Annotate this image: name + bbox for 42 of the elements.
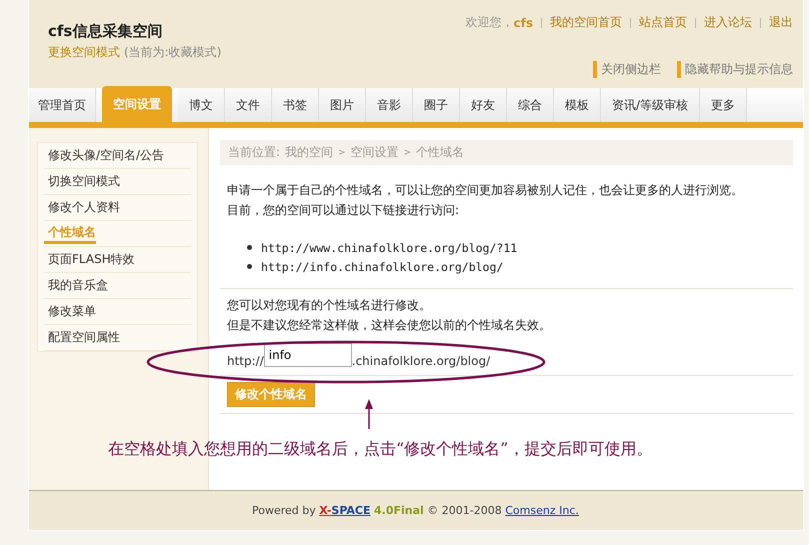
toggle-link[interactable]: 关闭侧边栏 [593, 61, 661, 78]
breadcrumb-label: 当前位置: [228, 144, 280, 161]
sidebar-item[interactable]: 切换空间模式 [44, 173, 120, 190]
nav-tab[interactable]: 综合 [507, 88, 554, 122]
intro-text: 申请一个属于自己的个性域名，可以让您的空间更加容易被别人记住，也会让更多的人进行浏览。 [227, 182, 744, 199]
nav-tab[interactable]: 管理首页 [29, 88, 96, 122]
arrow-annotation [364, 399, 374, 429]
notice-text: 您可以对您现有的个性域名进行修改。 [227, 297, 432, 314]
space-title: cfs信息采集空间 [48, 22, 164, 41]
breadcrumb-separator: > [338, 148, 346, 158]
company-link[interactable]: Comsenz Inc. [505, 504, 579, 517]
nav-tab[interactable]: 资讯/等级审核 [601, 88, 700, 122]
notice-text: 但是不建议您经常这样做，这样会使您以前的个性域名失效。 [227, 317, 552, 334]
nav-tab[interactable]: 书签 [272, 88, 319, 122]
nav-tab[interactable]: 圈子 [413, 88, 460, 122]
nav-tab[interactable]: 博文 [178, 88, 225, 122]
nav-tab[interactable]: 好友 [460, 88, 507, 122]
welcome-text: 欢迎您， [466, 14, 514, 31]
sidebar-item[interactable]: 修改头像/空间名/公告 [44, 147, 164, 164]
url-suffix: .chinafolklore.org/blog/ [352, 354, 490, 370]
sidebar-item[interactable]: 修改个人资料 [44, 199, 120, 216]
toggle-link[interactable]: 隐藏帮助与提示信息 [677, 61, 793, 78]
footer-text: Powered by X-SPACE 4.0Final © 2001-2008 Comsenz Inc. [252, 504, 579, 517]
breadcrumb-separator: > [404, 148, 412, 158]
current-mode-text: (当前为:收藏模式) [124, 44, 222, 61]
nav-tab[interactable]: 文件 [225, 88, 272, 122]
url-text: http://www.chinafolklore.org/blog/?11 [261, 240, 518, 254]
sidebar-item[interactable]: 页面FLASH特效 [44, 251, 135, 268]
annotation-text: 在空格处填入您想用的二级域名后，点击“修改个性域名”，提交后即可使用。 [108, 439, 652, 460]
url-prefix: http:// [227, 354, 264, 370]
nav-tab[interactable]: 模板 [554, 88, 601, 122]
sidebar-item[interactable]: 修改菜单 [44, 303, 96, 320]
intro-text: 目前，您的空间可以通过以下链接进行访问: [227, 202, 460, 219]
sidebar-item[interactable]: 我的音乐盒 [44, 277, 108, 294]
bullet-icon [247, 245, 252, 250]
nav-tab[interactable]: 更多 [700, 88, 748, 122]
nav-tab[interactable]: 图片 [319, 88, 366, 122]
nav-tab[interactable]: 音影 [366, 88, 413, 122]
sidebar-item[interactable]: 配置空间属性 [44, 329, 120, 346]
domain-input-field[interactable]: info [264, 343, 352, 367]
bullet-icon [247, 264, 252, 269]
url-text: http://info.chinafolklore.org/blog/ [261, 260, 504, 274]
